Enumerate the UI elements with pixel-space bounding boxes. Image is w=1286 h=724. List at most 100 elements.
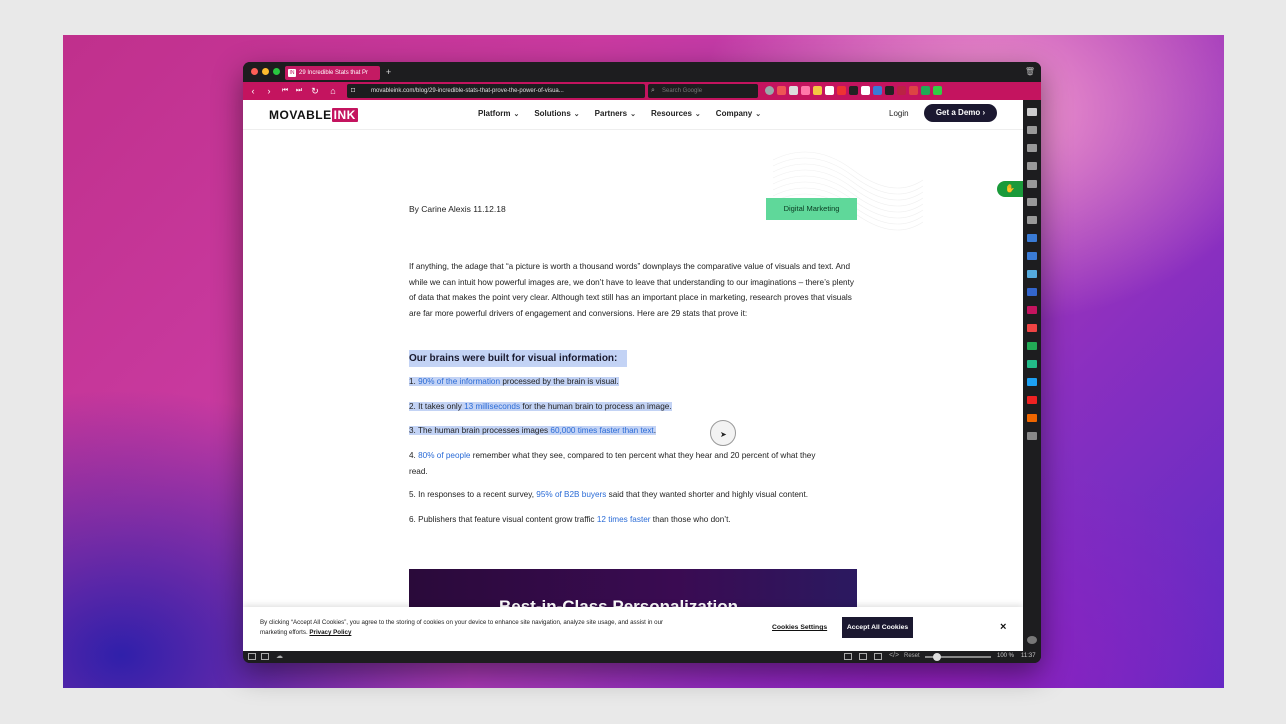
tile-icon[interactable] [261,653,269,660]
panel-toggle-icon[interactable] [248,653,256,660]
site-logo[interactable]: MOVABLE INK [269,108,358,122]
extension-icon[interactable] [801,86,810,95]
web-panel-icon[interactable] [1027,234,1037,242]
minimize-window-button[interactable] [262,68,269,75]
new-tab-button[interactable]: + [384,68,393,77]
article-intro: If anything, the adage that “a picture i… [409,262,854,318]
web-panel-icon[interactable] [1027,270,1037,278]
extension-icon[interactable] [813,86,822,95]
stat-text: . [653,426,656,435]
privacy-policy-link[interactable]: Privacy Policy [309,629,351,636]
extension-icon[interactable] [849,86,858,95]
mouse-pointer-icon: ➤ [720,430,727,439]
tab-favicon: IN [288,69,296,77]
twitter-icon[interactable] [1027,378,1037,386]
accept-cookies-button[interactable]: Accept All Cookies [842,617,913,638]
extension-icon[interactable] [897,86,906,95]
tab-active[interactable]: IN 29 Incredible Stats that Pr [285,66,380,80]
reload-icon[interactable]: ↻ [309,85,321,97]
stat-text: 1. [409,377,419,386]
category-tag[interactable]: Digital Marketing [766,198,857,220]
nav-company[interactable]: Company ⌄ [716,109,761,118]
extension-icon[interactable] [945,86,954,95]
nav-label: Resources [651,109,692,118]
zoom-window-button[interactable] [273,68,280,75]
extension-icon[interactable] [837,86,846,95]
screen-background: IN 29 Incredible Stats that Pr + 🗑 ‹ › ⏮… [0,0,1286,724]
notes-icon[interactable] [1027,180,1037,188]
forward-icon[interactable]: › [263,85,275,97]
extension-icon[interactable] [777,86,786,95]
stat-link[interactable]: 13 milliseconds [464,402,520,411]
web-panel-icon[interactable] [1027,342,1037,350]
stat-link[interactable]: 12 times faster [597,515,651,524]
stat-text: than those who don’t. [650,515,731,524]
nav-label: Company [715,109,753,118]
main-nav: Platform ⌄ Solutions ⌄ Partners ⌄ Resources… [478,109,761,118]
translate-icon[interactable] [1027,216,1037,224]
status-bar: ☁ </> Reset 100 % 11:37 [243,651,1041,663]
extension-icon[interactable] [825,86,834,95]
extension-icon[interactable] [909,86,918,95]
nav-platform[interactable]: Platform ⌄ [478,109,519,118]
web-panel-icon[interactable] [1027,360,1037,368]
search-field[interactable]: ⌕ Search Google [648,84,758,98]
fast-forward-icon[interactable]: ⏭ [293,85,305,97]
nav-solutions[interactable]: Solutions ⌄ [534,109,579,118]
web-panel-icon[interactable] [1027,324,1037,332]
close-window-button[interactable] [251,68,258,75]
extension-icon[interactable] [885,86,894,95]
bookmark-icon[interactable] [1027,108,1037,116]
stat-text: 5. In responses to a recent survey, [409,490,537,499]
stat-link[interactable]: 90% of the information [418,377,500,386]
hand-icon[interactable]: ✋ [997,181,1023,197]
zoom-slider-thumb[interactable] [933,653,941,661]
extension-icon[interactable] [921,86,930,95]
close-icon[interactable]: × [1000,621,1006,633]
web-panel-icon[interactable] [1027,288,1037,296]
chevron-down-icon: ⌄ [694,111,701,118]
nav-resources[interactable]: Resources ⌄ [651,109,701,118]
web-panel-icon[interactable] [1027,306,1037,314]
web-panel-icon[interactable] [1027,252,1037,260]
clock: 11:37 [1021,653,1036,659]
cookie-text: By clicking “Accept All Cookies”, you ag… [260,618,680,638]
add-panel-icon[interactable] [1027,432,1037,440]
back-icon[interactable]: ‹ [247,85,259,97]
stat-link[interactable]: 95% of B2B buyers [536,490,606,499]
download-icon[interactable] [1027,144,1037,152]
youtube-icon[interactable] [1027,396,1037,404]
web-page: MOVABLE INK Platform ⌄ Solutions ⌄ Partners… [243,100,1023,651]
stat-text: 6. Publishers that feature visual conten… [409,515,597,524]
history-icon[interactable] [1027,162,1037,170]
web-panel-icon[interactable] [1027,414,1037,422]
stat-text: for the human brain to process an image. [520,402,672,411]
extension-icon[interactable] [861,86,870,95]
login-link[interactable]: Login [889,109,909,118]
extension-icon[interactable] [873,86,882,95]
stat-link[interactable]: 60,000 times faster than text [550,426,653,435]
cookies-settings-button[interactable]: Cookies Settings [772,624,827,631]
reading-list-icon[interactable] [1027,126,1037,134]
trash-icon[interactable]: 🗑 [1025,67,1035,76]
get-demo-button[interactable]: Get a Demo › [924,104,997,122]
settings-icon[interactable] [1027,636,1037,644]
reset-zoom-button[interactable]: Reset [904,653,920,659]
extension-icon[interactable] [933,86,942,95]
code-icon[interactable]: </> [889,652,899,659]
extension-icon[interactable] [789,86,798,95]
cloud-icon[interactable]: ☁ [276,652,283,660]
profile-avatar[interactable] [765,86,774,95]
camera-icon[interactable] [844,653,852,660]
window-icon[interactable] [1027,198,1037,206]
stat-link[interactable]: 80% of people [418,451,470,460]
home-icon[interactable]: ⌂ [327,85,339,97]
chevron-down-icon: ⌄ [755,111,762,118]
nav-partners[interactable]: Partners ⌄ [595,109,636,118]
page-tiling-icon[interactable] [859,653,867,660]
rewind-icon[interactable]: ⏮ [279,85,291,97]
address-bar[interactable]: ◘ movableink.com/blog/29-incredible-stat… [347,84,645,98]
logo-text: MOVABLE [269,108,332,122]
image-icon[interactable] [874,653,882,660]
nav-label: Partners [594,109,628,118]
